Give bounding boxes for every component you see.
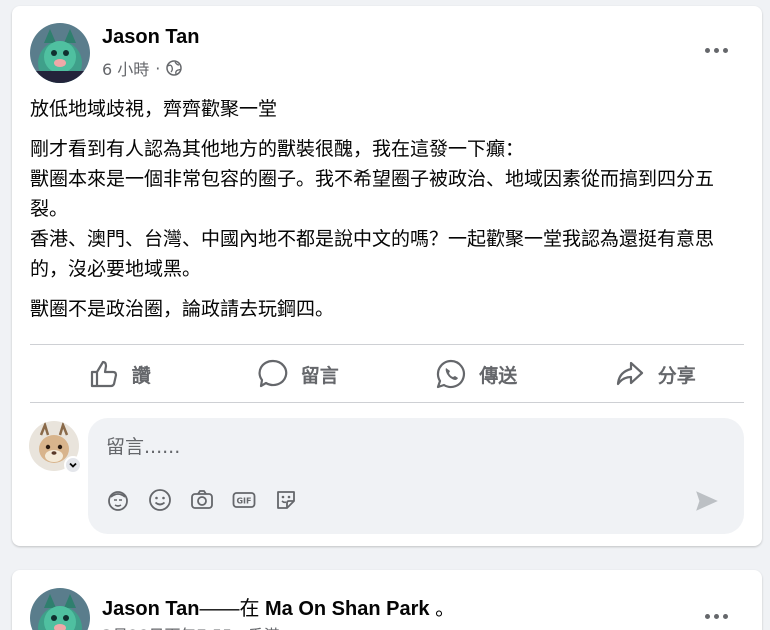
more-options-button[interactable]: [696, 596, 736, 630]
more-options-button[interactable]: [696, 30, 736, 70]
svg-text:GIF: GIF: [236, 497, 251, 506]
avatar-emoji-button[interactable]: [106, 488, 130, 512]
camera-icon: [191, 490, 213, 509]
post-paragraph: 放低地域歧視，齊齊歡聚一堂: [30, 98, 278, 120]
send-button[interactable]: 傳送: [387, 352, 566, 396]
sticker-button[interactable]: [274, 488, 298, 512]
comment-label: 留言: [300, 364, 339, 387]
post-card: Jason Tan 6 小時 · 放低地域歧視，齊齊歡聚一堂 剛才看到有人認為其…: [12, 6, 762, 546]
more-icon: [704, 613, 710, 619]
avatar-emoji-icon: [108, 491, 128, 511]
photo-button[interactable]: [190, 488, 214, 512]
send-comment-icon[interactable]: [694, 488, 720, 514]
sticker-icon: [277, 491, 295, 509]
comment-button[interactable]: 留言: [209, 352, 388, 396]
gif-icon: GIF: [232, 492, 256, 508]
more-icon: [704, 47, 710, 53]
commenter-avatar[interactable]: [29, 421, 82, 474]
like-icon: [90, 360, 117, 388]
smile-icon: [149, 489, 171, 511]
divider: [30, 402, 744, 403]
comment-icon: [258, 359, 288, 388]
comment-input[interactable]: [106, 432, 706, 462]
divider: [30, 344, 744, 345]
send-label: 傳送: [479, 364, 518, 387]
avatar-image: [30, 588, 90, 630]
author-avatar[interactable]: [30, 23, 90, 83]
account-switch-button[interactable]: [64, 456, 82, 474]
author-avatar[interactable]: [30, 588, 90, 630]
post-meta: 3月28日下午7:55 · 香港 ·: [102, 622, 290, 630]
post-meta: 6 小時 ·: [102, 56, 183, 80]
share-icon: [616, 361, 643, 386]
emoji-button[interactable]: [148, 488, 172, 512]
comment-composer: GIF: [88, 418, 744, 534]
post-timestamp[interactable]: 6 小時: [102, 56, 149, 80]
post-author-name[interactable]: Jason Tan: [102, 26, 199, 49]
post-paragraph: 獸圈不是政治圈，論政請去玩鋼四。: [30, 298, 335, 320]
title-end: 。: [435, 598, 456, 620]
comment-tools: GIF: [106, 488, 298, 512]
avatar-image: [30, 23, 90, 83]
share-label: 分享: [657, 364, 696, 387]
meta-separator: ·: [155, 58, 161, 78]
post-paragraph: 剛才看到有人認為其他地方的獸裝很醜，我在這發一下癲： 獸圈本來是一個非常包容的圈…: [30, 138, 715, 280]
whatsapp-icon: [437, 359, 466, 389]
share-button[interactable]: 分享: [566, 352, 745, 396]
location-link[interactable]: Ma On Shan Park: [265, 598, 430, 620]
like-label: 讚: [131, 364, 151, 387]
globe-icon: [166, 60, 183, 76]
post-timestamp[interactable]: 3月28日下午7:55 · 香港 ·: [102, 622, 290, 630]
chevron-down-icon: [69, 462, 77, 468]
like-button[interactable]: 讚: [30, 352, 209, 396]
post-author-line: Jason Tan——在 Ma On Shan Park 。: [102, 592, 455, 621]
location-connector: ——在: [199, 598, 260, 620]
gif-button[interactable]: GIF: [232, 488, 256, 512]
post-card: Jason Tan——在 Ma On Shan Park 。 3月28日下午7:…: [12, 570, 762, 630]
post-actions: 讚 留言 傳送 分享: [30, 352, 744, 396]
post-text: 放低地域歧視，齊齊歡聚一堂 剛才看到有人認為其他地方的獸裝很醜，我在這發一下癲：…: [30, 94, 745, 334]
post-author-name[interactable]: Jason Tan: [102, 598, 199, 620]
